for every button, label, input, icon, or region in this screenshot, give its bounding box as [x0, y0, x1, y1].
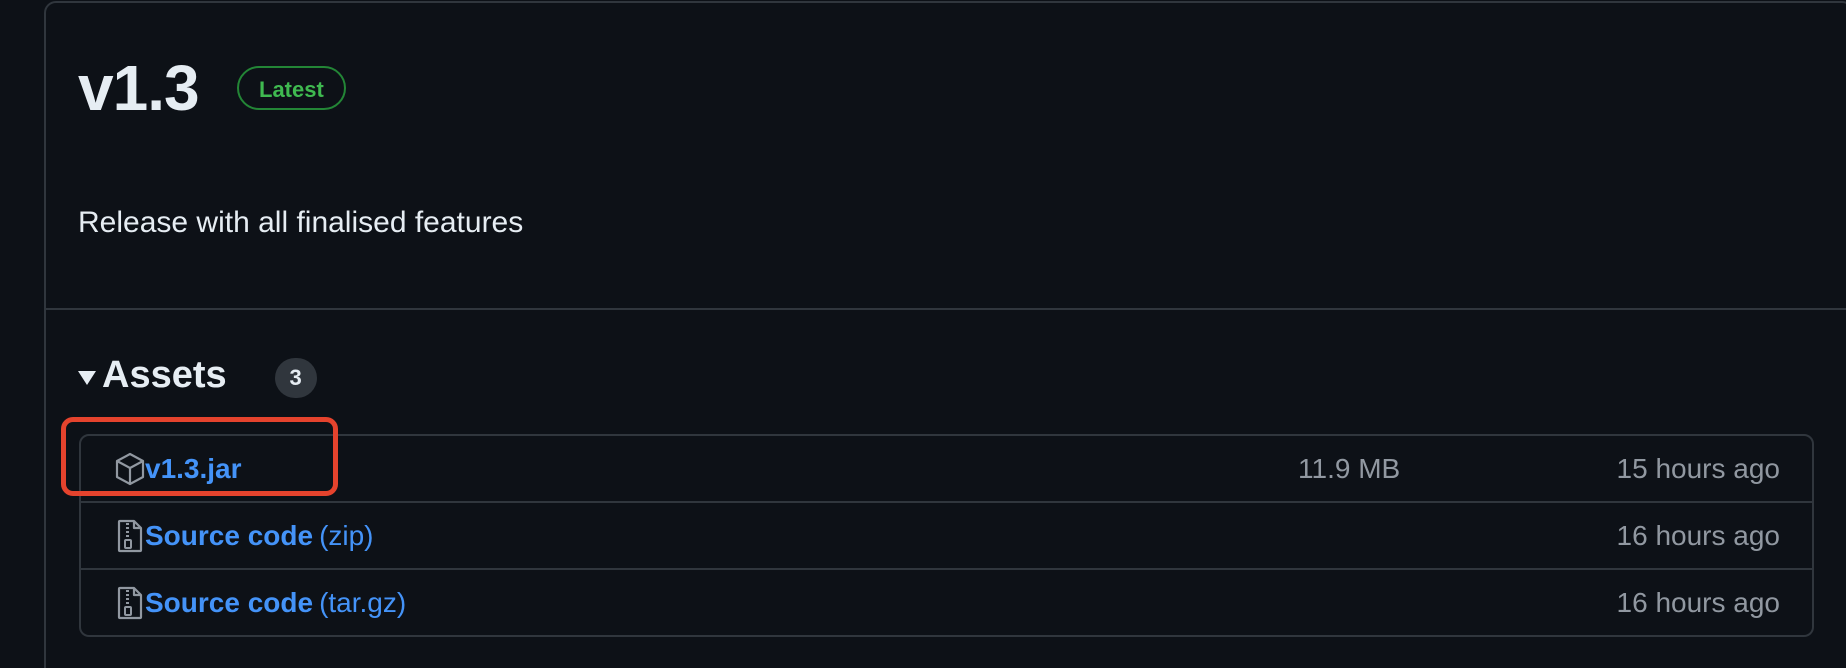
asset-name: Source code [145, 586, 314, 618]
asset-time: 16 hours ago [1616, 586, 1780, 618]
release-description: Release with all finalised features [78, 206, 524, 239]
latest-badge: Latest [237, 66, 346, 110]
assets-list: v1.3.jar 11.9 MB 15 hours ago Source cod… [79, 434, 1814, 637]
package-icon [115, 452, 145, 486]
page: v1.3 Latest Release with all finalised f… [0, 0, 1846, 668]
asset-link-v1-3-jar[interactable]: v1.3.jar [145, 453, 242, 485]
assets-title: Assets [102, 354, 227, 396]
asset-link-source-tar-gz[interactable]: Source code (tar.gz) [145, 587, 406, 619]
asset-time: 15 hours ago [1616, 452, 1780, 484]
release-title[interactable]: v1.3 [78, 48, 200, 128]
asset-row: Source code (tar.gz) 16 hours ago [81, 568, 1812, 635]
asset-link-source-zip[interactable]: Source code (zip) [145, 520, 374, 552]
caret-down-icon [78, 371, 96, 385]
asset-name: Source code [145, 519, 314, 551]
asset-suffix: (tar.gz) [319, 586, 407, 618]
release-card: v1.3 Latest Release with all finalised f… [44, 1, 1846, 668]
assets-toggle[interactable]: Assets 3 [78, 348, 317, 402]
assets-count-badge: 3 [274, 358, 317, 398]
asset-suffix: (zip) [319, 519, 374, 551]
file-zip-icon [115, 586, 145, 620]
asset-name: v1.3.jar [145, 452, 242, 484]
file-zip-icon [115, 519, 145, 553]
asset-row: Source code (zip) 16 hours ago [81, 501, 1812, 568]
asset-size: 11.9 MB [1298, 452, 1401, 484]
release-header: v1.3 Latest Release with all finalised f… [46, 3, 1846, 310]
asset-row: v1.3.jar 11.9 MB 15 hours ago [81, 436, 1812, 501]
asset-time: 16 hours ago [1616, 519, 1780, 551]
